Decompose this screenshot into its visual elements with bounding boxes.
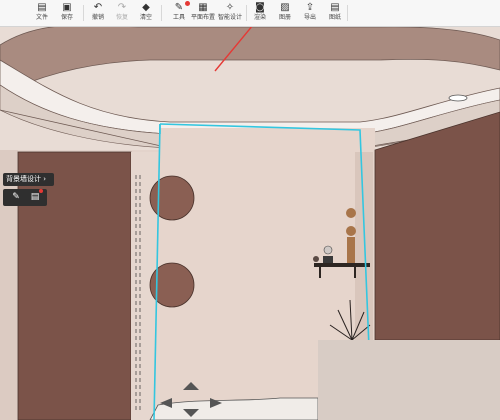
clear-button[interactable]: ◆ 清空 xyxy=(133,1,159,25)
album-icon: ▨ xyxy=(280,2,290,13)
drawings-icon: ▤ xyxy=(330,2,340,13)
save-icon: ▣ xyxy=(62,2,72,13)
bottom-right-overlay xyxy=(318,340,500,420)
toolbar-divider xyxy=(347,5,348,21)
edit-pencil-icon[interactable]: ✎ xyxy=(9,191,23,204)
notification-dot xyxy=(39,189,43,193)
figurine-decor xyxy=(346,208,356,218)
panel-toolbar: ✎ ▤ xyxy=(3,189,47,206)
drawings-button[interactable]: ▤ 图纸 xyxy=(322,1,348,25)
undo-icon: ↶ xyxy=(93,2,103,13)
eraser-icon: ◆ xyxy=(142,2,150,13)
right-wall-panel xyxy=(374,111,500,341)
chevron-right-icon: › xyxy=(43,175,47,183)
redo-icon: ↷ xyxy=(117,2,127,13)
top-toolbar: ▤ 文件 ▣ 保存 ↶ 撤销 ↷ 恢复 ◆ 清空 ✎ 工具 ▦ 平面布置 ✧ 智… xyxy=(0,0,500,27)
wall-shelf xyxy=(314,263,370,267)
floor-plan-icon: ▦ xyxy=(198,2,208,13)
file-icon: ▤ xyxy=(37,2,47,13)
background-wall-panel: 背景墙设计 › ✎ ▤ xyxy=(3,173,54,206)
panel-title-button[interactable]: 背景墙设计 › xyxy=(3,173,54,186)
camera-icon: ◙ xyxy=(255,2,265,13)
ceiling-downlight xyxy=(448,94,468,102)
round-wall-decor xyxy=(149,175,195,221)
magic-icon: ✧ xyxy=(225,2,235,13)
export-icon: ⇪ xyxy=(305,2,315,13)
